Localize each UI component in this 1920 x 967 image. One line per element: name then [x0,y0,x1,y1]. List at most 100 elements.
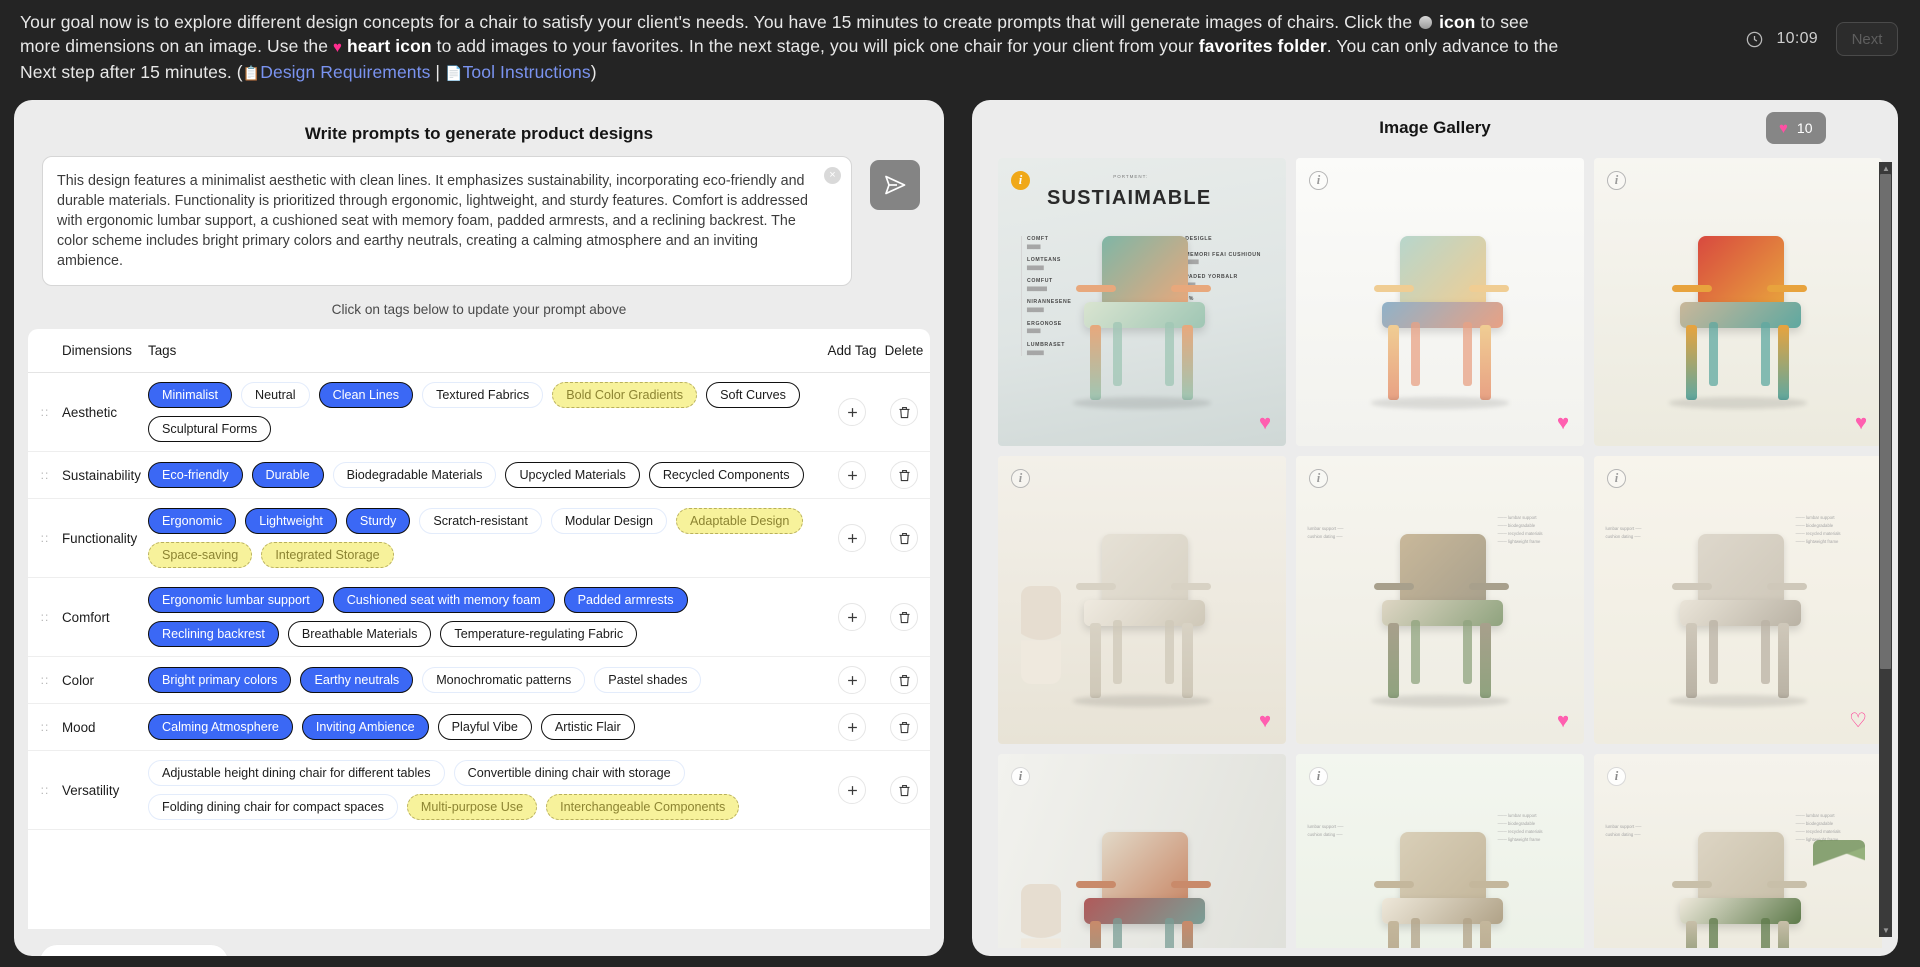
tag-chip[interactable]: Sculptural Forms [148,416,272,442]
clear-prompt-button[interactable]: × [824,167,841,184]
tag-chip[interactable]: Calming Atmosphere [148,714,293,740]
next-button[interactable]: Next [1836,22,1898,56]
design-requirements-link[interactable]: Design Requirements [260,62,430,82]
info-icon[interactable]: i [1309,469,1328,488]
favorite-heart-icon[interactable]: ♥ [1259,711,1271,731]
gallery-image-card[interactable]: i♡ [998,754,1286,948]
favorites-button[interactable]: ♥ 10 [1766,112,1826,144]
info-icon[interactable]: i [1011,469,1030,488]
tag-chip[interactable]: Eco-friendly [148,462,243,488]
tag-chip[interactable]: Minimalist [148,382,232,408]
tag-chip[interactable]: Integrated Storage [261,542,394,568]
prompt-text[interactable]: This design features a minimalist aesthe… [57,171,813,271]
info-icon[interactable]: i [1011,171,1030,190]
scroll-up-arrow[interactable]: ▲ [1882,164,1890,173]
tag-chip[interactable]: Bold Color Gradients [552,382,698,408]
info-icon[interactable]: i [1309,171,1328,190]
scroll-down-arrow[interactable]: ▼ [1882,926,1890,935]
drag-handle-icon[interactable]: :: [28,451,62,499]
gallery-image-card[interactable]: ─── lumbar support ─── biodegradable ─── r… [1594,754,1882,948]
tag-chip[interactable]: Inviting Ambience [301,714,429,740]
gallery-scroll-thumb[interactable] [1880,174,1891,669]
prompt-input[interactable]: This design features a minimalist aesthe… [42,156,852,286]
delete-dimension-button[interactable] [890,461,918,489]
tag-chip[interactable]: Adjustable height dining chair for diffe… [148,760,445,786]
gallery-image-card[interactable]: i ♥ [1594,158,1882,446]
info-icon[interactable]: i [1011,767,1030,786]
tag-chip[interactable]: Durable [251,462,324,488]
tag-chip[interactable]: Cushioned seat with memory foam [332,587,555,613]
drag-handle-icon[interactable]: :: [28,372,62,452]
tag-chip[interactable]: Interchangeable Components [546,794,740,820]
favorite-heart-icon[interactable]: ♥ [1855,413,1867,433]
tag-chip[interactable]: Ergonomic lumbar support [148,587,324,613]
tag-chip[interactable]: Padded armrests [563,587,688,613]
delete-dimension-button[interactable] [890,776,918,804]
tag-chip[interactable]: Earthy neutrals [300,667,414,693]
info-icon[interactable]: i [1607,767,1626,786]
favorite-heart-icon[interactable]: ♥ [1259,413,1271,433]
add-new-dimensions-button[interactable]: Add New Dimensions [40,945,228,956]
add-tag-button[interactable] [838,398,866,426]
favorite-heart-icon[interactable]: ♥ [1557,711,1569,731]
delete-dimension-button[interactable] [890,666,918,694]
tag-chip[interactable]: Textured Fabrics [422,382,544,408]
tag-chip[interactable]: Pastel shades [594,667,702,693]
tag-chip[interactable]: Convertible dining chair with storage [453,760,685,786]
tag-chip[interactable]: Bright primary colors [148,667,292,693]
tag-chip[interactable]: Lightweight [245,508,337,534]
add-tag-button[interactable] [838,776,866,804]
gallery-image-card[interactable]: i ♥ [998,456,1286,744]
tag-chip[interactable]: Reclining backrest [148,621,279,647]
tag-chip[interactable]: Folding dining chair for compact spaces [148,794,398,820]
tag-chip[interactable]: Adaptable Design [676,508,804,534]
drag-handle-icon[interactable]: :: [28,656,62,704]
favorite-heart-icon[interactable]: ♥ [1557,413,1569,433]
tag-chip[interactable]: Artistic Flair [540,714,635,740]
gallery-image-card[interactable]: ─── lumbar support ─── biodegradable ─── r… [1296,456,1584,744]
add-tag-button[interactable] [838,603,866,631]
gallery-image-card[interactable]: i ♥ [1296,158,1584,446]
tag-chip[interactable]: Modular Design [550,508,668,534]
drag-handle-icon[interactable]: :: [28,577,62,657]
tag-chip[interactable]: Space-saving [148,542,253,568]
tag-chip[interactable]: Monochromatic patterns [422,667,586,693]
gallery-image-card[interactable]: ─── lumbar support ─── biodegradable ─── r… [1594,456,1882,744]
drag-handle-icon[interactable]: :: [28,750,62,830]
tag-chip[interactable]: Temperature-regulating Fabric [440,621,638,647]
favorite-heart-icon[interactable]: ♡ [1849,711,1867,731]
tag-chip[interactable]: Soft Curves [706,382,800,408]
add-tag-button[interactable] [838,524,866,552]
gallery-image-card[interactable]: PORTMENT: SUSTIAIMABLE COMFT ▇▇▇▇ LOMTEANS ▇▇… [998,158,1286,446]
drag-handle-icon[interactable]: :: [28,703,62,751]
tag-chip[interactable]: Multi-purpose Use [406,794,538,820]
info-icon[interactable]: i [1607,171,1626,190]
info-icon[interactable]: i [1607,469,1626,488]
tag-chip[interactable]: Scratch-resistant [419,508,542,534]
tool-instructions-link[interactable]: Tool Instructions [463,62,591,82]
drag-handle-icon[interactable]: :: [28,498,62,578]
chair-image [998,456,1286,744]
info-icon[interactable]: i [1309,767,1328,786]
tag-chip[interactable]: Neutral [240,382,310,408]
add-tag-button[interactable] [838,666,866,694]
tag-chip[interactable]: Playful Vibe [437,714,532,740]
delete-dimension-button[interactable] [890,603,918,631]
chair-leg-front-right [1480,921,1491,948]
delete-dimension-button[interactable] [890,713,918,741]
delete-dimension-button[interactable] [890,398,918,426]
tag-chip[interactable]: Upcycled Materials [505,462,640,488]
gallery-image-card[interactable]: ─── lumbar support ─── biodegradable ─── r… [1296,754,1584,948]
tag-chip[interactable]: Clean Lines [318,382,414,408]
send-prompt-button[interactable] [870,160,920,210]
gallery-scrollbar[interactable]: ▲ ▼ [1879,162,1892,937]
tag-chip[interactable]: Breathable Materials [287,621,432,647]
chair-leg-front-left [1686,623,1697,698]
add-tag-button[interactable] [838,713,866,741]
tag-chip[interactable]: Sturdy [345,508,411,534]
tag-chip[interactable]: Biodegradable Materials [332,462,497,488]
tag-chip[interactable]: Ergonomic [148,508,237,534]
delete-dimension-button[interactable] [890,524,918,552]
add-tag-button[interactable] [838,461,866,489]
tag-chip[interactable]: Recycled Components [648,462,804,488]
